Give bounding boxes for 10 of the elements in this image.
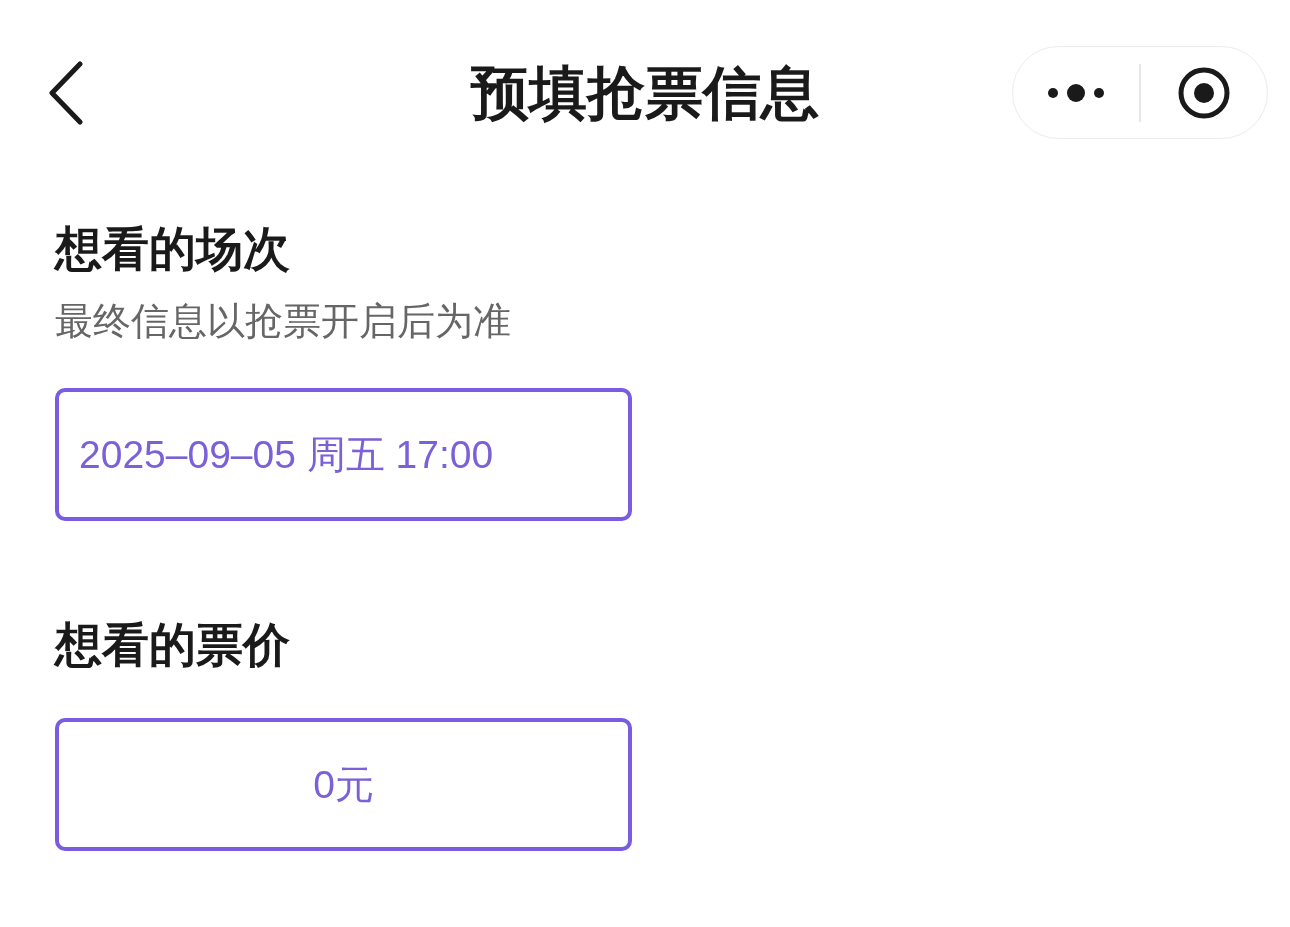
price-option[interactable]: 0元	[55, 718, 632, 851]
page-title: 预填抢票信息	[471, 58, 819, 127]
back-button[interactable]	[48, 60, 84, 125]
chevron-left-icon	[48, 60, 84, 125]
section-note: 最终信息以抢票开启后为准	[55, 299, 511, 344]
target-icon	[1178, 66, 1230, 119]
session-option[interactable]: 2025–09–05 周五 17:00	[55, 388, 632, 521]
more-dots-icon	[1047, 83, 1105, 102]
section-heading: 想看的票价	[55, 617, 290, 673]
section-heading: 想看的场次	[55, 221, 290, 277]
